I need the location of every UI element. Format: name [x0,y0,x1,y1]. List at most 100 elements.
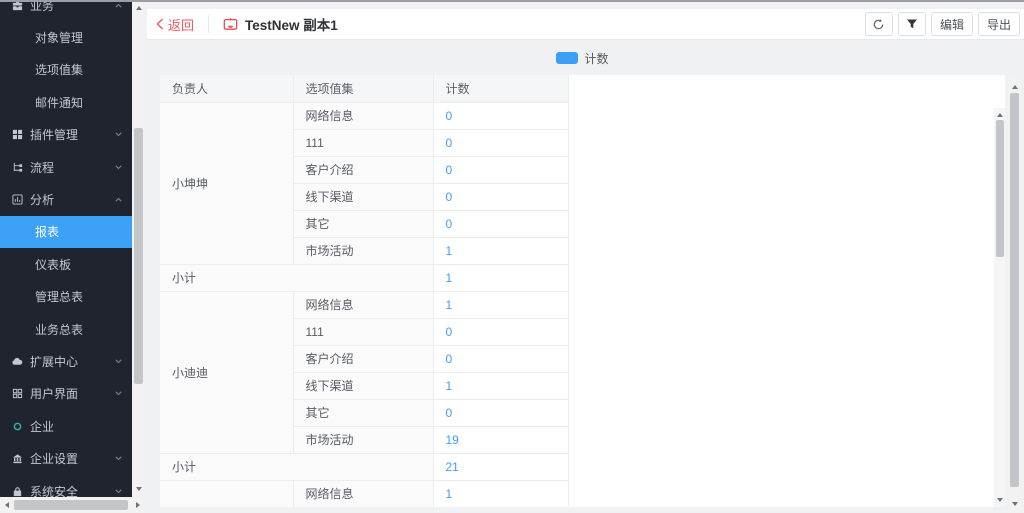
sidebar-item-label: 业务总表 [35,321,83,338]
sidebar-item-label: 邮件通知 [35,94,83,111]
filter-button[interactable] [898,12,926,36]
count-link[interactable]: 0 [446,109,453,123]
count-cell: 19 [433,426,568,453]
subtotal-label-cell: 小计 [160,453,433,480]
count-link[interactable]: 1 [446,244,453,258]
sidebar-item-dashboard[interactable]: 仪表板 [0,248,132,280]
back-chevron-icon [156,18,164,30]
sidebar-item-label: 分析 [30,191,54,208]
sidebar-item-report[interactable]: 报表 [0,216,132,248]
scroll-up-arrow-icon[interactable] [132,2,145,14]
scroll-down-arrow-icon[interactable] [994,495,1005,505]
owner-cell: 小迪迪 [160,291,293,453]
sidebar-item-plugin-management[interactable]: 插件管理 [0,119,132,151]
sidebar-item-user-interface[interactable]: 用户界面 [0,378,132,410]
count-link[interactable]: 19 [446,433,459,447]
chart-icon [11,194,23,206]
option-cell: 网络信息 [293,480,433,507]
scrollbar-thumb[interactable] [996,120,1004,257]
count-cell: 0 [433,345,568,372]
chart-legend: 计数 [160,50,1005,66]
sidebar-item-enterprise[interactable]: 企业 [0,410,132,442]
report-icon [223,17,238,32]
report-card: 负责人 选项值集 计数 小坤坤网络信息01110客户介绍0线下渠道0其它0市场活… [160,75,1005,507]
option-cell: 线下渠道 [293,372,433,399]
owner-cell [160,480,293,507]
count-link[interactable]: 0 [446,406,453,420]
sidebar-item-object-management[interactable]: 对象管理 [0,21,132,53]
option-cell: 其它 [293,399,433,426]
toolbar-actions: 编辑 导出 [865,12,1020,36]
scrollbar-thumb[interactable] [134,128,143,384]
table-vertical-scrollbar[interactable] [994,108,1005,507]
count-link[interactable]: 1 [446,298,453,312]
sidebar-item-management-summary[interactable]: 管理总表 [0,281,132,313]
flow-icon [11,161,23,173]
scrollbar-thumb[interactable] [14,500,128,510]
sidebar-item-option-value-set[interactable]: 选项值集 [0,54,132,86]
scroll-up-arrow-icon[interactable] [994,110,1005,120]
count-link[interactable]: 1 [446,487,453,501]
legend-swatch[interactable] [556,52,578,64]
content-vertical-scrollbar[interactable] [1008,78,1021,513]
export-button[interactable]: 导出 [978,12,1020,36]
scroll-down-arrow-icon[interactable] [132,483,145,495]
edit-button[interactable]: 编辑 [931,12,973,36]
subtotal-count-cell: 21 [433,453,568,480]
column-header-owner: 负责人 [160,75,293,102]
toolbar: 返回 TestNew 副本1 编辑 导出 [147,9,1024,40]
sidebar-item-label: 插件管理 [30,126,78,143]
scrollbar-thumb[interactable] [1010,93,1019,487]
table-row: 小坤坤网络信息0 [160,102,568,129]
ring-icon [11,420,23,432]
option-cell: 网络信息 [293,102,433,129]
legend-label[interactable]: 计数 [584,50,608,67]
column-header-option: 选项值集 [293,75,433,102]
sidebar-item-analysis[interactable]: 分析 [0,183,132,215]
table-row: 小迪迪网络信息1 [160,291,568,318]
option-cell: 市场活动 [293,426,433,453]
sidebar-item-extension-center[interactable]: 扩展中心 [0,345,132,377]
sidebar-item-label: 管理总表 [35,288,83,305]
sidebar-item-enterprise-settings[interactable]: 企业设置 [0,442,132,474]
refresh-icon [872,18,885,31]
chevron-down-icon [115,489,122,494]
option-cell: 111 [293,129,433,156]
sidebar-vertical-scrollbar[interactable] [132,0,145,497]
count-link[interactable]: 21 [446,460,459,474]
count-link[interactable]: 1 [446,379,453,393]
count-link[interactable]: 0 [446,217,453,231]
scroll-down-arrow-icon[interactable] [1008,498,1021,510]
option-cell: 111 [293,318,433,345]
count-link[interactable]: 0 [446,163,453,177]
sidebar-item-mail-notification[interactable]: 邮件通知 [0,86,132,118]
sidebar-item-business-summary[interactable]: 业务总表 [0,313,132,345]
table-body: 小坤坤网络信息01110客户介绍0线下渠道0其它0市场活动1小计1小迪迪网络信息… [160,102,568,507]
count-link[interactable]: 0 [446,352,453,366]
count-link[interactable]: 0 [446,136,453,150]
back-button[interactable]: 返回 [156,15,194,34]
subtotal-row: 小计1 [160,264,568,291]
refresh-button[interactable] [865,12,893,36]
count-cell: 0 [433,399,568,426]
sidebar-item-process[interactable]: 流程 [0,151,132,183]
chevron-up-icon [115,3,122,8]
count-cell: 1 [433,291,568,318]
count-link[interactable]: 1 [446,271,453,285]
scroll-up-arrow-icon[interactable] [1008,81,1021,93]
count-link[interactable]: 0 [446,190,453,204]
report-table: 负责人 选项值集 计数 小坤坤网络信息01110客户介绍0线下渠道0其它0市场活… [160,75,569,507]
sidebar-item-label: 业务 [30,0,54,14]
count-cell: 0 [433,102,568,129]
sidebar-horizontal-scrollbar[interactable] [0,497,145,513]
window-top-edge [0,0,1024,2]
scroll-right-arrow-icon[interactable] [132,497,144,513]
option-cell: 网络信息 [293,291,433,318]
count-link[interactable]: 0 [446,325,453,339]
sidebar-item-label: 企业设置 [30,450,78,467]
scroll-left-arrow-icon[interactable] [1,497,13,513]
sidebar-item-business[interactable]: 业务 [0,0,132,21]
chevron-down-icon [115,165,122,170]
divider [208,15,209,33]
sidebar-item-system-security[interactable]: 系统安全 [0,475,132,497]
